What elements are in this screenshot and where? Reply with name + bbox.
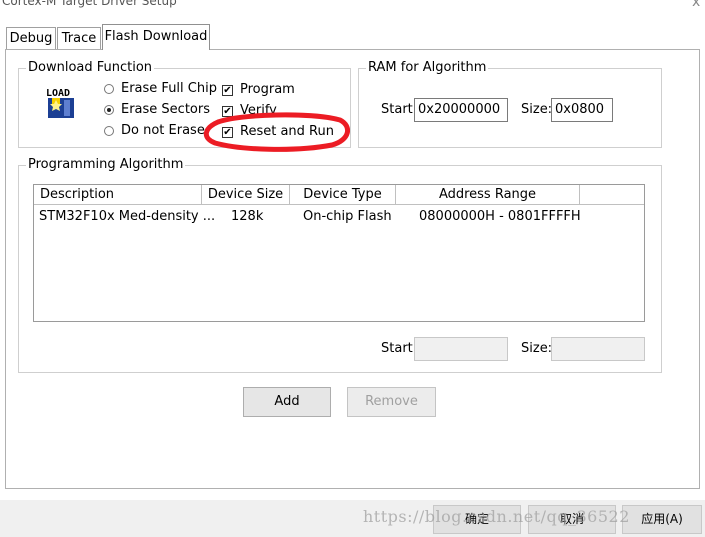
column-header-empty: [580, 185, 644, 205]
reset-and-run-label: Reset and Run: [240, 124, 334, 139]
erase-full-chip-radio[interactable]: [104, 84, 114, 94]
column-header-device-size[interactable]: Device Size: [202, 185, 290, 205]
remove-button[interactable]: Remove: [347, 387, 436, 417]
do-not-erase-radio[interactable]: [104, 126, 114, 136]
program-label: Program: [240, 82, 295, 97]
algorithm-size-input[interactable]: [551, 337, 645, 361]
ok-button[interactable]: 确定: [433, 505, 521, 534]
program-checkbox[interactable]: ✔: [222, 85, 233, 96]
window-title: Cortex-M Target Driver Setup: [2, 0, 177, 8]
group-title: Download Function: [26, 60, 155, 75]
tab-debug[interactable]: Debug: [6, 27, 56, 49]
group-title: RAM for Algorithm: [366, 60, 489, 75]
row-device-size: 128k: [231, 209, 264, 224]
reset-and-run-checkbox[interactable]: ✔: [222, 127, 233, 138]
verify-checkbox[interactable]: ✔: [222, 106, 233, 117]
apply-button[interactable]: 应用(A): [622, 505, 702, 534]
algorithm-start-label: Start:: [381, 341, 418, 356]
load-icon: LOAD: [44, 86, 80, 120]
erase-sectors-radio[interactable]: [104, 105, 114, 115]
close-icon[interactable]: x: [692, 0, 700, 10]
algorithm-start-input[interactable]: [414, 337, 508, 361]
row-device-type: On-chip Flash: [303, 209, 392, 224]
column-header-device-type[interactable]: Device Type: [290, 185, 396, 205]
ram-size-label: Size:: [521, 102, 553, 117]
row-address-range: 08000000H - 0801FFFFH: [419, 209, 581, 224]
do-not-erase-label: Do not Erase: [121, 123, 205, 138]
group-title: Programming Algorithm: [26, 157, 186, 172]
column-header-address-range[interactable]: Address Range: [396, 185, 580, 205]
row-description: STM32F10x Med-density ...: [39, 209, 216, 224]
dialog-footer: 确定 取消 应用(A): [0, 500, 705, 537]
erase-full-chip-label: Erase Full Chip: [121, 81, 217, 96]
ram-start-label: Start:: [381, 102, 418, 117]
tab-trace[interactable]: Trace: [57, 27, 101, 49]
ram-start-input[interactable]: 0x20000000: [414, 98, 508, 122]
title-bar: Cortex-M Target Driver Setup x: [0, 0, 705, 12]
erase-sectors-label: Erase Sectors: [121, 102, 210, 117]
ram-size-input[interactable]: 0x0800: [551, 98, 613, 122]
add-button[interactable]: Add: [243, 387, 331, 417]
algorithm-list[interactable]: Description Device Size Device Type Addr…: [33, 184, 645, 322]
verify-label: Verify: [240, 103, 277, 118]
cancel-button[interactable]: 取消: [528, 505, 616, 534]
tab-flash-download[interactable]: Flash Download: [102, 24, 210, 50]
column-header-description[interactable]: Description: [34, 185, 202, 205]
algorithm-size-label: Size:: [521, 341, 553, 356]
svg-text:LOAD: LOAD: [46, 88, 70, 99]
